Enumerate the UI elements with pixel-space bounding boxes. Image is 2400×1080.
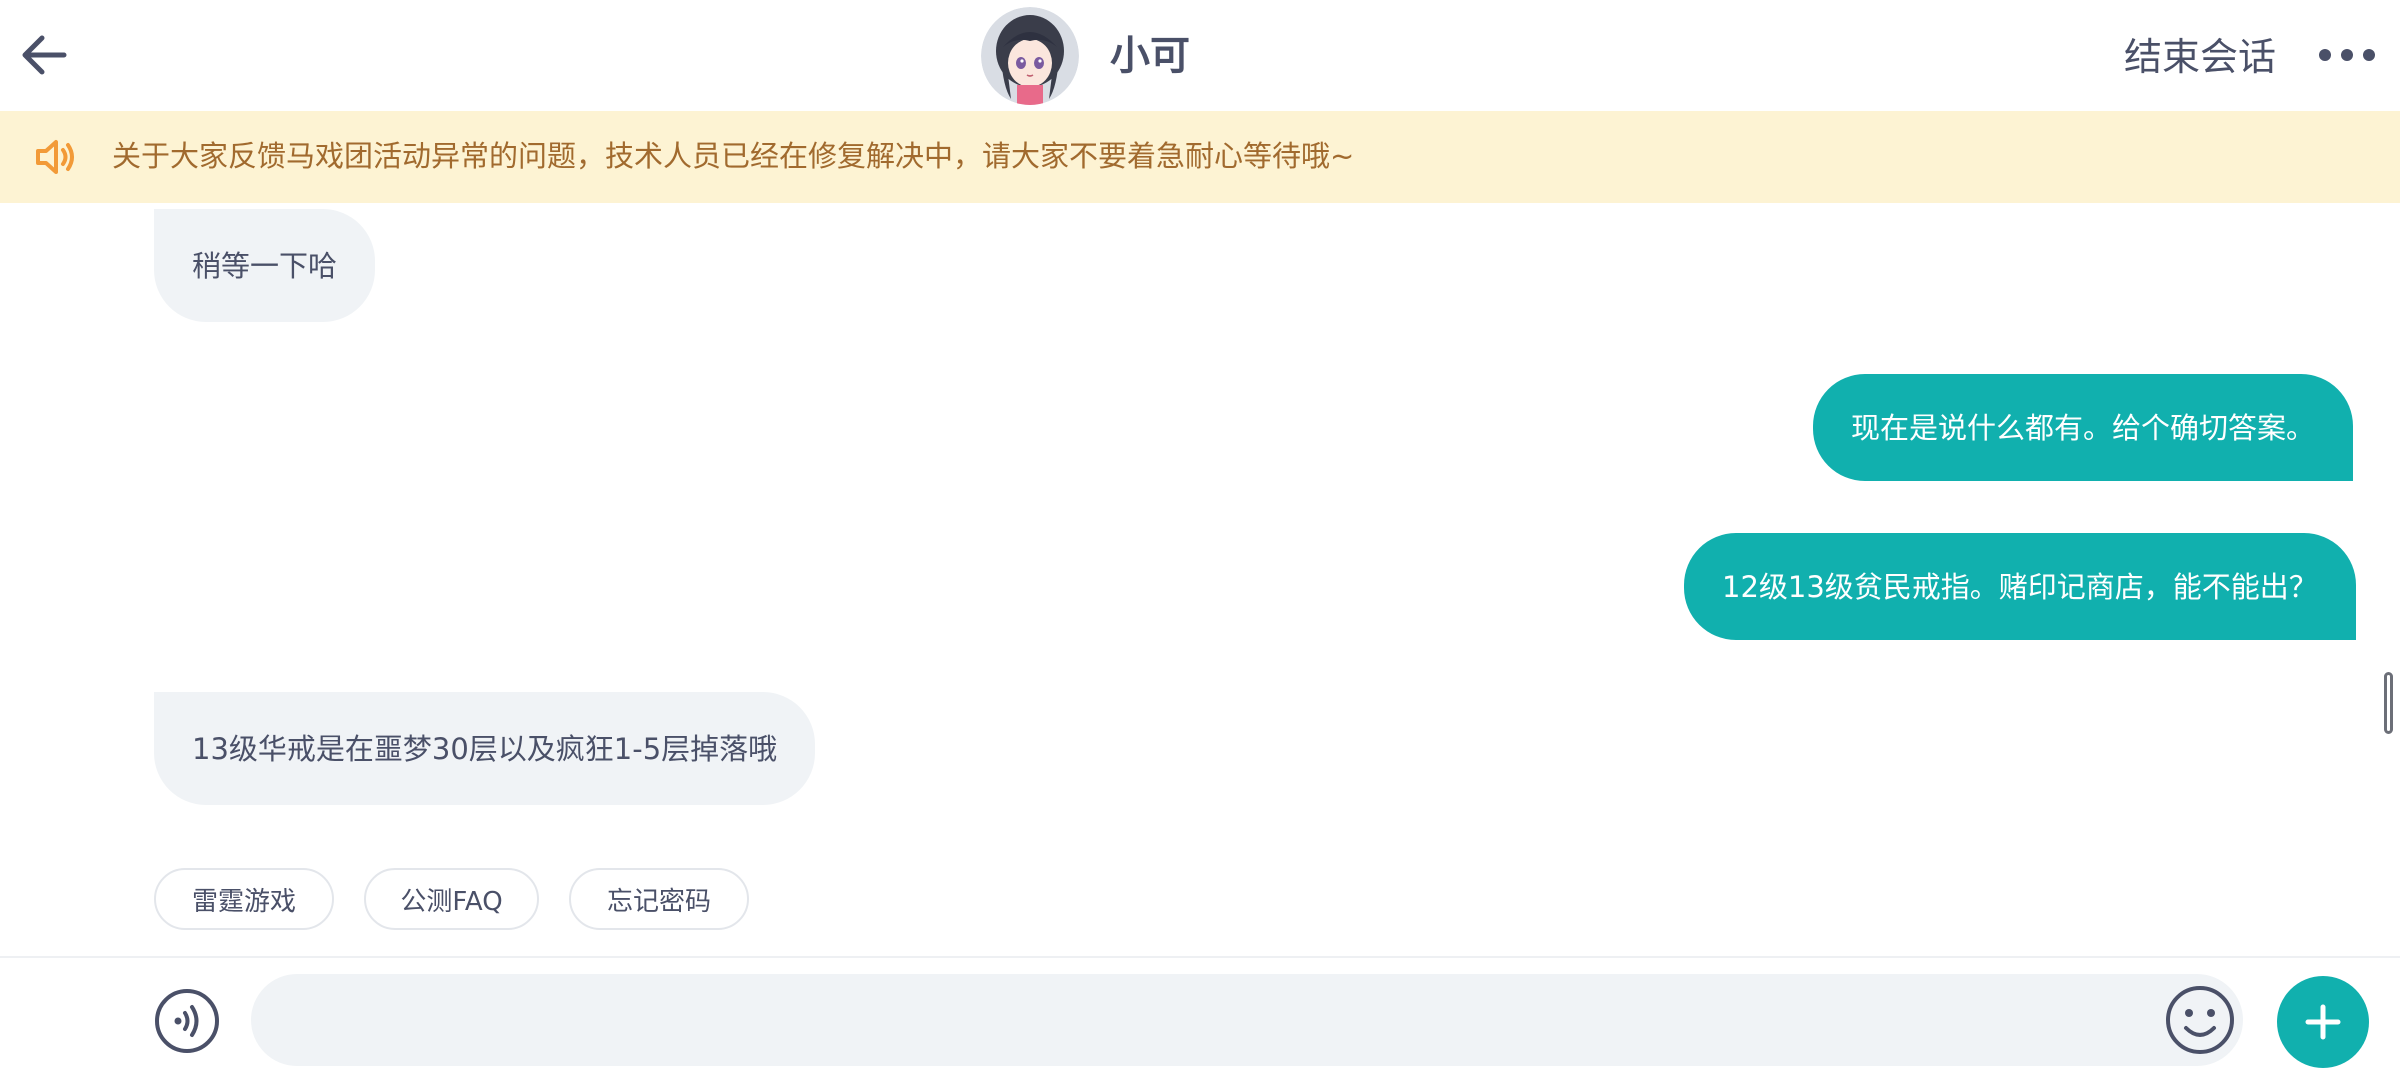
- message-outgoing: 12级13级贫民戒指。赌印记商店，能不能出？: [1684, 533, 2356, 640]
- message-text: 13级华戒是在噩梦30层以及疯狂1-5层掉落哦: [192, 731, 778, 766]
- voice-button[interactable]: [154, 988, 220, 1054]
- speaker-icon: [34, 137, 78, 177]
- more-button[interactable]: [2314, 32, 2380, 78]
- back-button[interactable]: [14, 25, 74, 85]
- arrow-left-icon: [22, 35, 67, 75]
- plus-icon: [2305, 1004, 2341, 1040]
- avatar[interactable]: [981, 7, 1079, 105]
- message-outgoing: 现在是说什么都有。给个确切答案。: [1813, 374, 2354, 481]
- page-title: 小可: [1110, 33, 1190, 79]
- emoji-icon: [2166, 986, 2234, 1054]
- input-bar: [0, 956, 2400, 1080]
- quick-reply-chip[interactable]: 公测FAQ: [364, 868, 539, 930]
- quick-reply-chip[interactable]: 雷霆游戏: [154, 868, 334, 930]
- message-text: 稍等一下哈: [192, 248, 338, 283]
- message-incoming: 13级华戒是在噩梦30层以及疯狂1-5层掉落哦: [154, 692, 816, 805]
- message-input[interactable]: [251, 974, 2243, 1066]
- end-chat-button[interactable]: 结束会话: [2124, 30, 2276, 84]
- message-incoming: 稍等一下哈: [154, 209, 376, 322]
- message-text: 现在是说什么都有。给个确切答案。: [1851, 410, 2316, 445]
- scrollbar-thumb[interactable]: [2384, 672, 2393, 734]
- chat-header: 小可 结束会话: [0, 0, 2400, 111]
- message-text: 12级13级贫民戒指。赌印记商店，能不能出？: [1722, 569, 2318, 604]
- more-dots-icon: [2319, 49, 2375, 61]
- plus-button[interactable]: [2277, 976, 2369, 1068]
- notice-banner[interactable]: 关于大家反馈马戏团活动异常的问题，技术人员已经在修复解决中，请大家不要着急耐心等…: [0, 111, 2400, 203]
- emoji-button[interactable]: [2164, 984, 2236, 1056]
- avatar-image: [981, 7, 1079, 105]
- voice-icon: [155, 989, 219, 1053]
- notice-text: 关于大家反馈马戏团活动异常的问题，技术人员已经在修复解决中，请大家不要着急耐心等…: [112, 139, 1355, 173]
- quick-reply-chip[interactable]: 忘记密码: [569, 868, 749, 930]
